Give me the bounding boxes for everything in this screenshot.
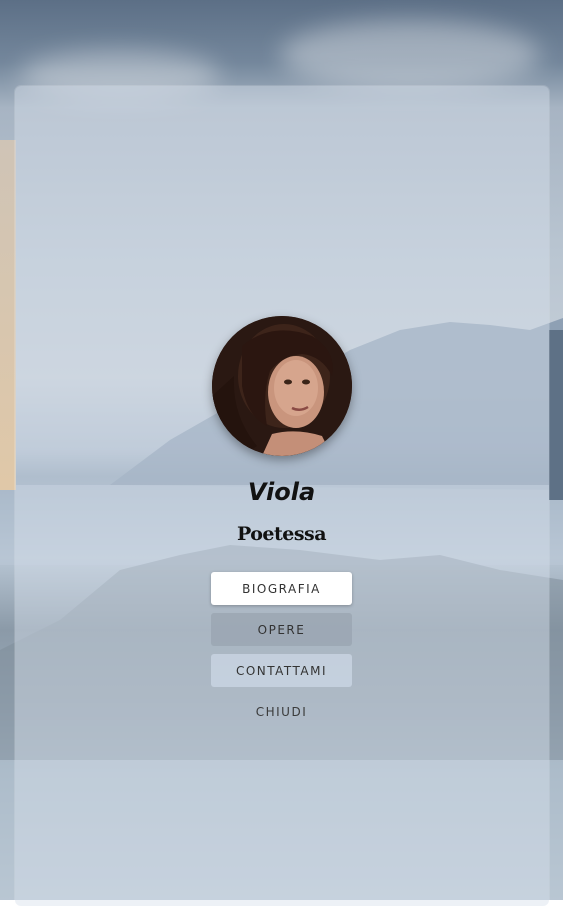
profile-name: Viola	[247, 478, 316, 506]
profile-avatar	[212, 316, 352, 456]
opere-button[interactable]: OPERE	[211, 613, 352, 646]
biografia-button[interactable]: BIOGRAFIA	[211, 572, 352, 605]
profile-role: Poetessa	[236, 523, 327, 545]
contattami-button[interactable]: CONTATTAMI	[211, 654, 352, 687]
chiudi-button[interactable]: CHIUDI	[211, 695, 352, 728]
